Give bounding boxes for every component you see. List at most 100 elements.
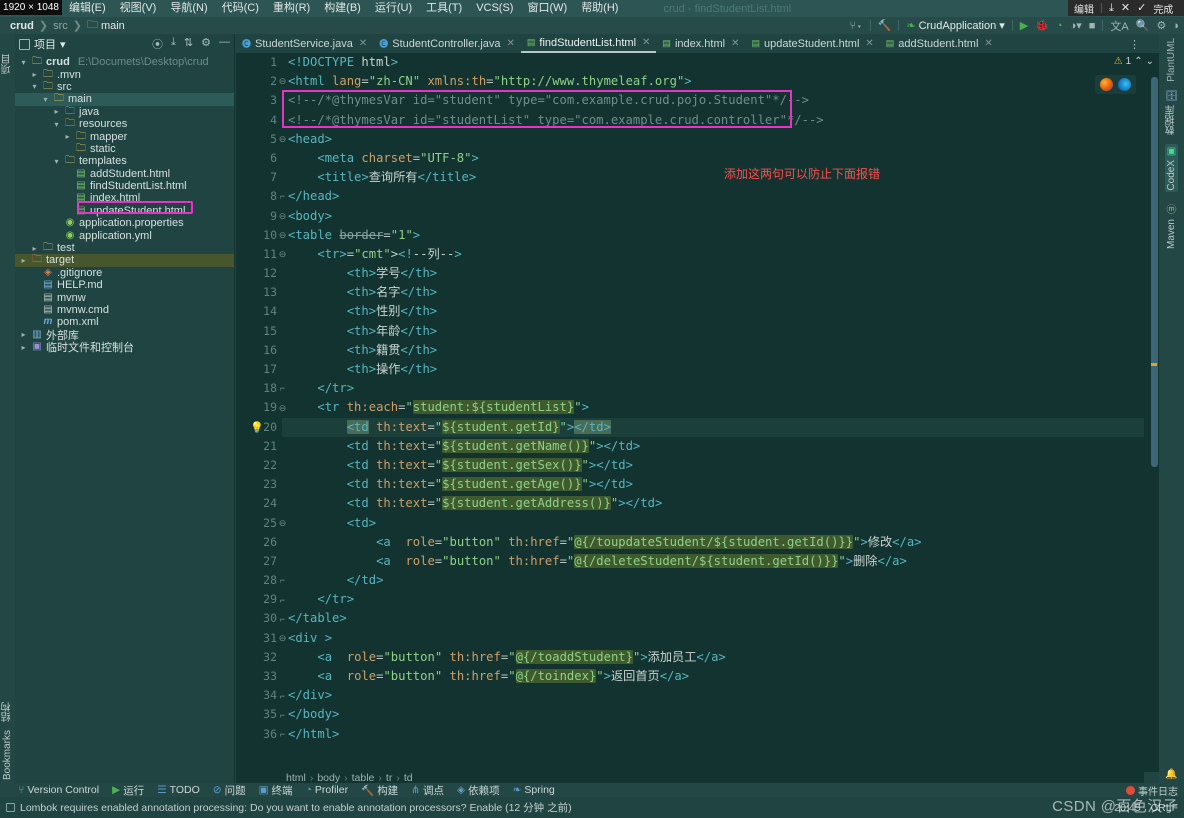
code-line-1[interactable]: <!DOCTYPE html> bbox=[282, 53, 1144, 72]
code-line-17[interactable]: <th>操作</th> bbox=[282, 360, 1144, 379]
tree-node-src[interactable]: ▾ 🗀 src bbox=[15, 81, 234, 93]
code-content[interactable]: <!DOCTYPE html> <html lang="zh-CN" xmlns:… bbox=[282, 53, 1144, 772]
tree-node-help-md[interactable]: ▤ HELP.md bbox=[15, 279, 234, 291]
bottom-tool-version-control[interactable]: ⑂ Version Control bbox=[18, 784, 99, 796]
bottom-tool-构建[interactable]: 🔨 构建 bbox=[361, 783, 398, 798]
check-icon[interactable]: ✓ bbox=[1137, 2, 1146, 14]
code-line-11[interactable]: <tr>="cmt"><!--列--> bbox=[282, 245, 1144, 264]
code-line-16[interactable]: <th>籍贯</th> bbox=[282, 341, 1144, 360]
editor-tab-index-html[interactable]: ▤ index.html ✕ bbox=[656, 34, 745, 53]
tree-node-java[interactable]: ▸ 🗀 java bbox=[15, 106, 234, 118]
code-line-30[interactable]: </table> bbox=[282, 609, 1144, 628]
browser-preview-popup[interactable] bbox=[1095, 75, 1136, 94]
editor-tab-findstudentlist-html[interactable]: ▤ findStudentList.html ✕ bbox=[520, 34, 657, 53]
tree-node-addstudent-html[interactable]: ▤ addStudent.html bbox=[15, 168, 234, 180]
close-tab-icon[interactable]: ✕ bbox=[507, 38, 515, 49]
code-line-22[interactable]: <td th:text="${student.getSex()}"></td> bbox=[282, 456, 1144, 475]
editor-tab-updatestudent-html[interactable]: ▤ updateStudent.html ✕ bbox=[745, 34, 879, 53]
project-title-group[interactable]: 项目 ▾ bbox=[19, 36, 66, 52]
tool-button-codex[interactable]: ▣ CodeX bbox=[1165, 143, 1178, 193]
menu-item-navigate[interactable]: 导航(N) bbox=[163, 0, 214, 17]
chevron-right-icon[interactable]: ▸ bbox=[19, 330, 28, 339]
breadcrumb-crud[interactable]: crud bbox=[10, 20, 34, 32]
tree-node-main[interactable]: ▾ 🗀 main bbox=[15, 93, 234, 106]
close-icon[interactable]: ✕ bbox=[1121, 2, 1130, 14]
code-line-10[interactable]: <table border="1"> bbox=[282, 226, 1144, 245]
code-line-29[interactable]: </tr> bbox=[282, 590, 1144, 609]
status-message-group[interactable]: Lombok requires enabled annotation proce… bbox=[6, 800, 572, 815]
capture-edit-label[interactable]: 编辑 bbox=[1074, 1, 1094, 16]
notifications-icon[interactable]: 🔔 bbox=[1165, 769, 1177, 780]
editor-tab-addstudent-html[interactable]: ▤ addStudent.html ✕ bbox=[880, 34, 999, 53]
debug-icon[interactable]: 🐞 bbox=[1035, 19, 1049, 32]
tree-node---------[interactable]: ▸ ▣ 临时文件和控制台 bbox=[15, 341, 234, 355]
hammer-icon[interactable]: 🔨 bbox=[878, 19, 892, 32]
code-line-26[interactable]: <a role="button" th:href="@{/toupdateStu… bbox=[282, 533, 1144, 552]
chevron-right-icon[interactable]: ▸ bbox=[30, 244, 39, 253]
breadcrumb-src[interactable]: src bbox=[53, 20, 68, 32]
code-line-36[interactable]: </html> bbox=[282, 725, 1144, 744]
chevron-down-icon[interactable]: ▾ bbox=[52, 120, 61, 129]
tool-button-maven[interactable]: ⓜ Maven bbox=[1166, 201, 1177, 249]
run-with-coverage-icon[interactable]: ◔ bbox=[1056, 20, 1063, 32]
code-line-25[interactable]: <td> bbox=[282, 514, 1144, 533]
editor-scrollbar-thumb[interactable] bbox=[1151, 77, 1158, 467]
tree-node-static[interactable]: 🗀 static bbox=[15, 143, 234, 155]
tree-node-mvnw[interactable]: ▤ mvnw bbox=[15, 291, 234, 304]
capture-done-label[interactable]: 完成 bbox=[1153, 1, 1173, 16]
code-line-31[interactable]: <div > bbox=[282, 629, 1144, 648]
code-line-5[interactable]: <head> bbox=[282, 130, 1144, 149]
code-line-20[interactable]: <td th:text="${student.getId}"></td> bbox=[282, 417, 1144, 437]
chevron-down-icon[interactable]: ▾ bbox=[19, 58, 28, 67]
breadcrumb-main[interactable]: main bbox=[101, 20, 125, 32]
code-line-24[interactable]: <td th:text="${student.getAddress()}"></… bbox=[282, 494, 1144, 513]
stop-icon[interactable]: ■ bbox=[1089, 20, 1096, 32]
chevron-right-icon[interactable]: ▸ bbox=[30, 70, 39, 79]
menu-item-help[interactable]: 帮助(H) bbox=[574, 0, 625, 17]
chevron-up-icon[interactable]: ⌃ bbox=[1134, 56, 1142, 67]
code-line-3[interactable]: <!--/*@thymesVar id="student" type="com.… bbox=[282, 91, 1144, 110]
code-line-6[interactable]: <meta charset="UTF-8"> bbox=[282, 149, 1144, 168]
menu-item-view[interactable]: 视图(V) bbox=[113, 0, 164, 17]
tool-button-plantuml[interactable]: PlantUML bbox=[1166, 38, 1177, 82]
code-line-19[interactable]: <tr th:each="student:${studentList}"> bbox=[282, 398, 1144, 417]
close-tab-icon[interactable]: ✕ bbox=[865, 38, 873, 49]
tree-node-templates[interactable]: ▾ 🗀 templates bbox=[15, 155, 234, 167]
expand-icon[interactable]: ⇅ bbox=[184, 36, 193, 52]
menu-item-vcs[interactable]: VCS(S) bbox=[469, 0, 520, 17]
target-icon[interactable]: ⦿ bbox=[152, 36, 163, 52]
bottom-tool-依赖项[interactable]: ◈ 依赖项 bbox=[457, 783, 500, 798]
code-line-2[interactable]: <html lang="zh-CN" xmlns:th="http://www.… bbox=[282, 72, 1144, 91]
settings-icon[interactable]: ⚙ bbox=[201, 36, 211, 52]
code-line-32[interactable]: <a role="button" th:href="@{/toaddStuden… bbox=[282, 648, 1144, 667]
tree-node--gitignore[interactable]: ◈ .gitignore bbox=[15, 267, 234, 279]
code-line-4[interactable]: <!--/*@thymesVar id="studentList" type="… bbox=[282, 111, 1144, 130]
bottom-tool-调点[interactable]: ⋔ 调点 bbox=[411, 783, 444, 798]
chevron-right-icon[interactable]: ▸ bbox=[19, 343, 28, 352]
code-line-7[interactable]: <title>查询所有</title> bbox=[282, 168, 1144, 187]
element-path-body[interactable]: body bbox=[317, 772, 340, 784]
chevron-down-icon[interactable]: ▾ bbox=[52, 157, 61, 166]
code-line-14[interactable]: <th>性别</th> bbox=[282, 302, 1144, 321]
menu-item-build[interactable]: 构建(B) bbox=[317, 0, 368, 17]
bottom-tool-问题[interactable]: ⊘ 问题 bbox=[213, 783, 246, 798]
bottom-tool-profiler[interactable]: ◔ Profiler bbox=[306, 784, 349, 796]
menu-item-edit[interactable]: 编辑(E) bbox=[62, 0, 113, 17]
tree-node-target[interactable]: ▸ 🗀 target bbox=[15, 254, 234, 267]
translate-icon[interactable]: 文A bbox=[1110, 18, 1128, 34]
chevron-right-icon[interactable]: ▸ bbox=[19, 256, 28, 265]
code-line-15[interactable]: <th>年龄</th> bbox=[282, 322, 1144, 341]
tool-button-project[interactable]: 项目 bbox=[1, 38, 14, 74]
profile-icon[interactable]: ◑▾ bbox=[1070, 19, 1082, 32]
close-tab-icon[interactable]: ✕ bbox=[359, 38, 367, 49]
close-tab-icon[interactable]: ✕ bbox=[642, 37, 650, 48]
collapse-icon[interactable]: ⤓ bbox=[171, 36, 176, 52]
editor-tab-bar[interactable]: 🅒 StudentService.java ✕ 🅒 StudentController.… bbox=[236, 34, 1144, 53]
tool-button-database[interactable]: 🗄 数据库 bbox=[1164, 91, 1179, 135]
code-line-8[interactable]: </head> bbox=[282, 187, 1144, 206]
code-line-33[interactable]: <a role="button" th:href="@{/toindex}">返… bbox=[282, 667, 1144, 686]
tree-node-application-properties[interactable]: ◉ application.properties bbox=[15, 217, 234, 229]
tree-node-mapper[interactable]: ▸ 🗀 mapper bbox=[15, 130, 234, 143]
tree-node-index-html[interactable]: ▤ index.html bbox=[15, 192, 234, 204]
menu-item-run[interactable]: 运行(U) bbox=[368, 0, 419, 17]
